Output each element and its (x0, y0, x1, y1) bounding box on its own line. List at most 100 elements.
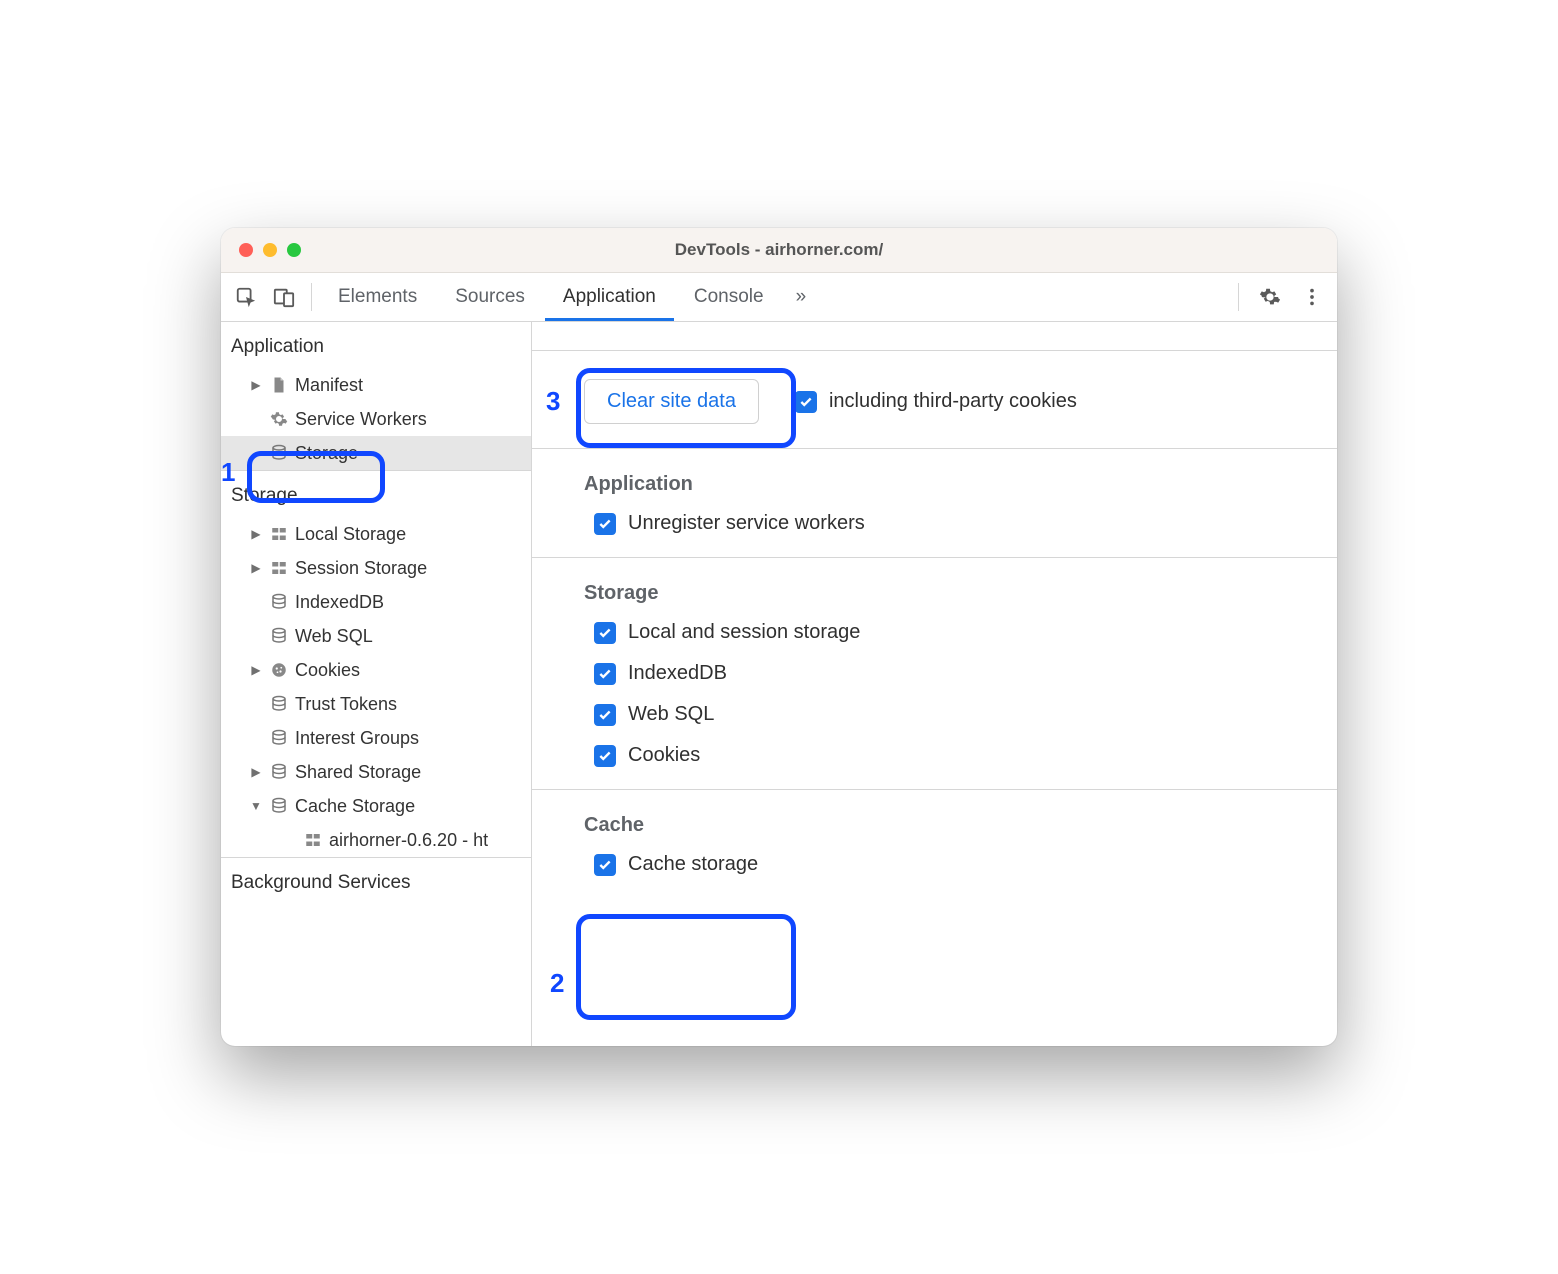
option-web-sql[interactable]: Web SQL (584, 703, 1311, 726)
expand-arrow-icon[interactable]: ▶ (249, 765, 263, 779)
option-label: Web SQL (628, 703, 714, 726)
storage-section-cache: Cache Cache storage (532, 789, 1337, 898)
db-icon (269, 728, 289, 748)
collapse-arrow-icon[interactable]: ▼ (249, 799, 263, 813)
file-icon (269, 375, 289, 395)
option-cookies[interactable]: Cookies (584, 744, 1311, 767)
devtools-window: DevTools - airhorner.com/ Elements Sourc… (221, 228, 1337, 1046)
grid-icon (269, 524, 289, 544)
panel-body: Application ▶ Manifest ▶ Service Workers… (221, 322, 1337, 1046)
sidebar-item-label: airhorner-0.6.20 - ht (329, 830, 488, 851)
checkbox-checked-icon (594, 513, 616, 535)
option-label: Cache storage (628, 853, 758, 876)
sidebar-item-label: Interest Groups (295, 728, 419, 749)
tab-console[interactable]: Console (676, 273, 782, 321)
db-icon (269, 796, 289, 816)
close-window-button[interactable] (239, 243, 253, 257)
sidebar-item-label: Shared Storage (295, 762, 421, 783)
more-tabs-icon[interactable]: » (784, 286, 819, 308)
sidebar-item-storage[interactable]: ▶ Storage (221, 436, 531, 470)
sidebar-item-web-sql[interactable]: ▶Web SQL (221, 619, 531, 653)
sidebar-item-cache-storage[interactable]: ▼ Cache Storage (221, 789, 531, 823)
sidebar-item-session-storage[interactable]: ▶ Session Storage (221, 551, 531, 585)
option-unregister-service-workers[interactable]: Unregister service workers (584, 512, 1311, 535)
grid-icon (269, 558, 289, 578)
db-icon (269, 694, 289, 714)
option-label: Cookies (628, 744, 700, 767)
sidebar-item-manifest[interactable]: ▶ Manifest (221, 368, 531, 402)
checkbox-checked-icon (795, 391, 817, 413)
option-indexeddb[interactable]: IndexedDB (584, 662, 1311, 685)
option-local-and-session-storage[interactable]: Local and session storage (584, 621, 1311, 644)
maximize-window-button[interactable] (287, 243, 301, 257)
gear-icon (269, 409, 289, 429)
sidebar-section-application: Application (221, 322, 531, 368)
section-heading: Storage (584, 582, 1311, 605)
option-label: IndexedDB (628, 662, 727, 685)
db-icon (269, 626, 289, 646)
sidebar-item-label: Local Storage (295, 524, 406, 545)
option-label: including third-party cookies (829, 390, 1077, 413)
storage-section-storage: Storage Local and session storage IndexedD… (532, 557, 1337, 789)
sidebar-item-label: Session Storage (295, 558, 427, 579)
sidebar-item-interest-groups[interactable]: ▶Interest Groups (221, 721, 531, 755)
annotation-box-2 (576, 914, 796, 1020)
checkbox-checked-icon (594, 663, 616, 685)
sidebar-item-label: Cache Storage (295, 796, 415, 817)
checkbox-checked-icon (594, 854, 616, 876)
tab-elements[interactable]: Elements (320, 273, 435, 321)
sidebar-item-label: IndexedDB (295, 592, 384, 613)
sidebar-item-label: Manifest (295, 375, 363, 396)
sidebar-item-shared-storage[interactable]: ▶ Shared Storage (221, 755, 531, 789)
checkbox-checked-icon (594, 622, 616, 644)
database-icon (269, 443, 289, 463)
tab-sources[interactable]: Sources (437, 273, 543, 321)
clear-site-data-button[interactable]: Clear site data (584, 379, 759, 424)
option-label: Unregister service workers (628, 512, 865, 535)
sidebar-item-service-workers[interactable]: ▶ Service Workers (221, 402, 531, 436)
sidebar-item-indexeddb[interactable]: ▶IndexedDB (221, 585, 531, 619)
checkbox-checked-icon (594, 704, 616, 726)
device-toggle-icon[interactable] (265, 278, 303, 316)
checkbox-checked-icon (594, 745, 616, 767)
section-heading: Application (584, 473, 1311, 496)
sidebar-item-label: Trust Tokens (295, 694, 397, 715)
window-title: DevTools - airhorner.com/ (221, 240, 1337, 260)
tab-application[interactable]: Application (545, 273, 674, 321)
window-controls (239, 243, 301, 257)
sidebar-item-label: Service Workers (295, 409, 427, 430)
section-heading: Cache (584, 814, 1311, 837)
grid-icon (303, 830, 323, 850)
sidebar-item-label: Cookies (295, 660, 360, 681)
sidebar-item-cache-entry[interactable]: ▶airhorner-0.6.20 - ht (221, 823, 531, 857)
sidebar-item-label: Storage (295, 443, 358, 464)
option-label: Local and session storage (628, 621, 860, 644)
devtools-toolbar: Elements Sources Application Console » (221, 273, 1337, 322)
option-cache-storage[interactable]: Cache storage (584, 853, 1311, 876)
kebab-menu-icon[interactable] (1293, 278, 1331, 316)
sidebar-item-label: Web SQL (295, 626, 373, 647)
expand-arrow-icon[interactable]: ▶ (249, 663, 263, 677)
sidebar-section-background: Background Services (221, 858, 531, 904)
titlebar: DevTools - airhorner.com/ (221, 228, 1337, 273)
settings-icon[interactable] (1251, 278, 1289, 316)
sidebar-section-storage: Storage (221, 471, 531, 517)
minimize-window-button[interactable] (263, 243, 277, 257)
db-icon (269, 762, 289, 782)
sidebar-item-local-storage[interactable]: ▶ Local Storage (221, 517, 531, 551)
expand-arrow-icon[interactable]: ▶ (249, 561, 263, 575)
storage-section-application: Application Unregister service workers (532, 448, 1337, 557)
cookie-icon (269, 660, 289, 680)
toolbar-separator (1238, 283, 1239, 311)
expand-arrow-icon[interactable]: ▶ (249, 527, 263, 541)
db-icon (269, 592, 289, 612)
sidebar-item-cookies[interactable]: ▶ Cookies (221, 653, 531, 687)
annotation-label-2: 2 (550, 968, 564, 999)
panel-tabs: Elements Sources Application Console » (320, 273, 1230, 321)
inspect-icon[interactable] (227, 278, 265, 316)
clear-data-row: Clear site data including third-party co… (532, 350, 1337, 448)
expand-arrow-icon[interactable]: ▶ (249, 378, 263, 392)
toolbar-separator (311, 283, 312, 311)
sidebar-item-trust-tokens[interactable]: ▶Trust Tokens (221, 687, 531, 721)
third-party-cookies-option[interactable]: including third-party cookies (795, 390, 1077, 413)
